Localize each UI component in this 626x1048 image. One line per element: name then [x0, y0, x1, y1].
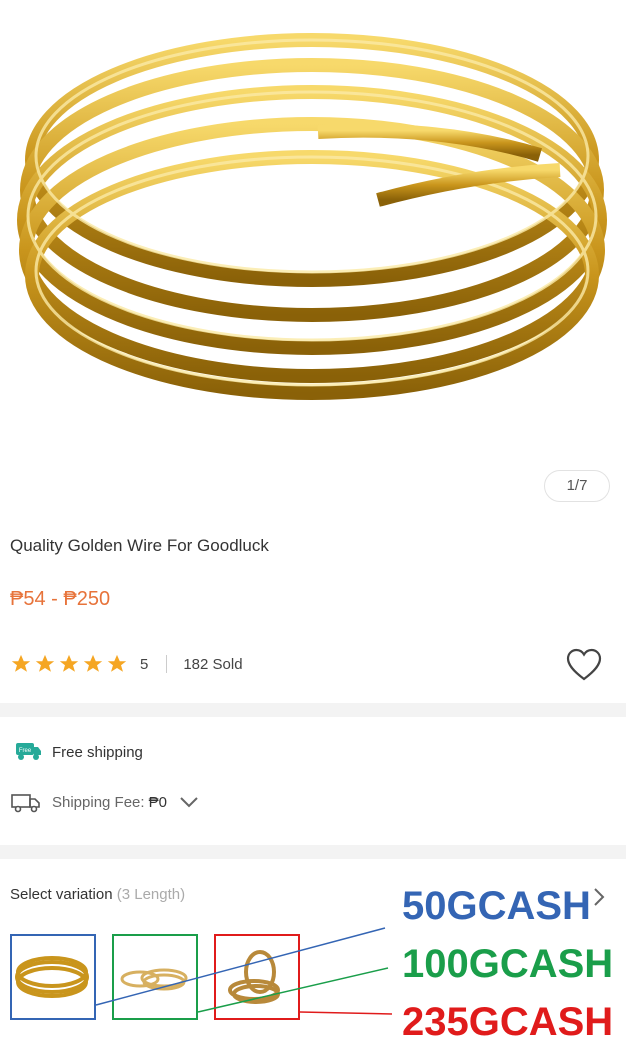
shipping-fee-label: Shipping Fee: — [52, 793, 145, 811]
golden-wire-image — [17, 33, 607, 400]
section-divider — [0, 703, 626, 717]
highlight-box-red — [214, 934, 300, 1020]
wishlist-heart-icon[interactable] — [566, 648, 602, 682]
chevron-down-icon[interactable] — [179, 795, 199, 809]
variation-label: Select variation — [10, 886, 113, 903]
variation-count: (3 Length) — [116, 886, 186, 903]
rating-value: 5 — [140, 655, 149, 673]
highlight-box-blue — [10, 934, 96, 1020]
price-tag-235gcash: 235GCASH — [402, 1000, 614, 1044]
star-icon — [11, 654, 31, 672]
svg-text:Free: Free — [19, 748, 32, 754]
star-icon — [35, 654, 55, 672]
divider — [166, 655, 168, 673]
select-variation-row[interactable]: Select variation (3 Length) — [10, 886, 185, 903]
product-image[interactable]: 1/7 — [0, 0, 626, 520]
product-title: Quality Golden Wire For Goodluck — [10, 536, 269, 555]
star-icon — [59, 654, 79, 672]
delivery-truck-icon — [11, 794, 40, 813]
star-icon — [107, 654, 127, 672]
price-tag-50gcash: 50GCASH — [402, 884, 591, 928]
sold-count: 182 Sold — [183, 655, 243, 673]
free-shipping-label: Free shipping — [52, 743, 143, 761]
free-shipping-truck-icon: Free — [16, 743, 41, 760]
product-price: ₱54 - ₱250 — [10, 588, 111, 610]
rating-row: 5 182 Sold — [10, 650, 243, 678]
section-divider — [0, 845, 626, 859]
chevron-right-icon[interactable] — [592, 886, 606, 908]
star-icon — [83, 654, 103, 672]
free-shipping-row: Free Free shipping — [10, 740, 143, 764]
shipping-fee-value: ₱0 — [148, 793, 167, 811]
image-counter: 1/7 — [544, 470, 610, 502]
highlight-box-green — [112, 934, 198, 1020]
price-tag-100gcash: 100GCASH — [402, 942, 614, 986]
shipping-fee-row[interactable]: Shipping Fee: ₱0 — [10, 790, 199, 814]
